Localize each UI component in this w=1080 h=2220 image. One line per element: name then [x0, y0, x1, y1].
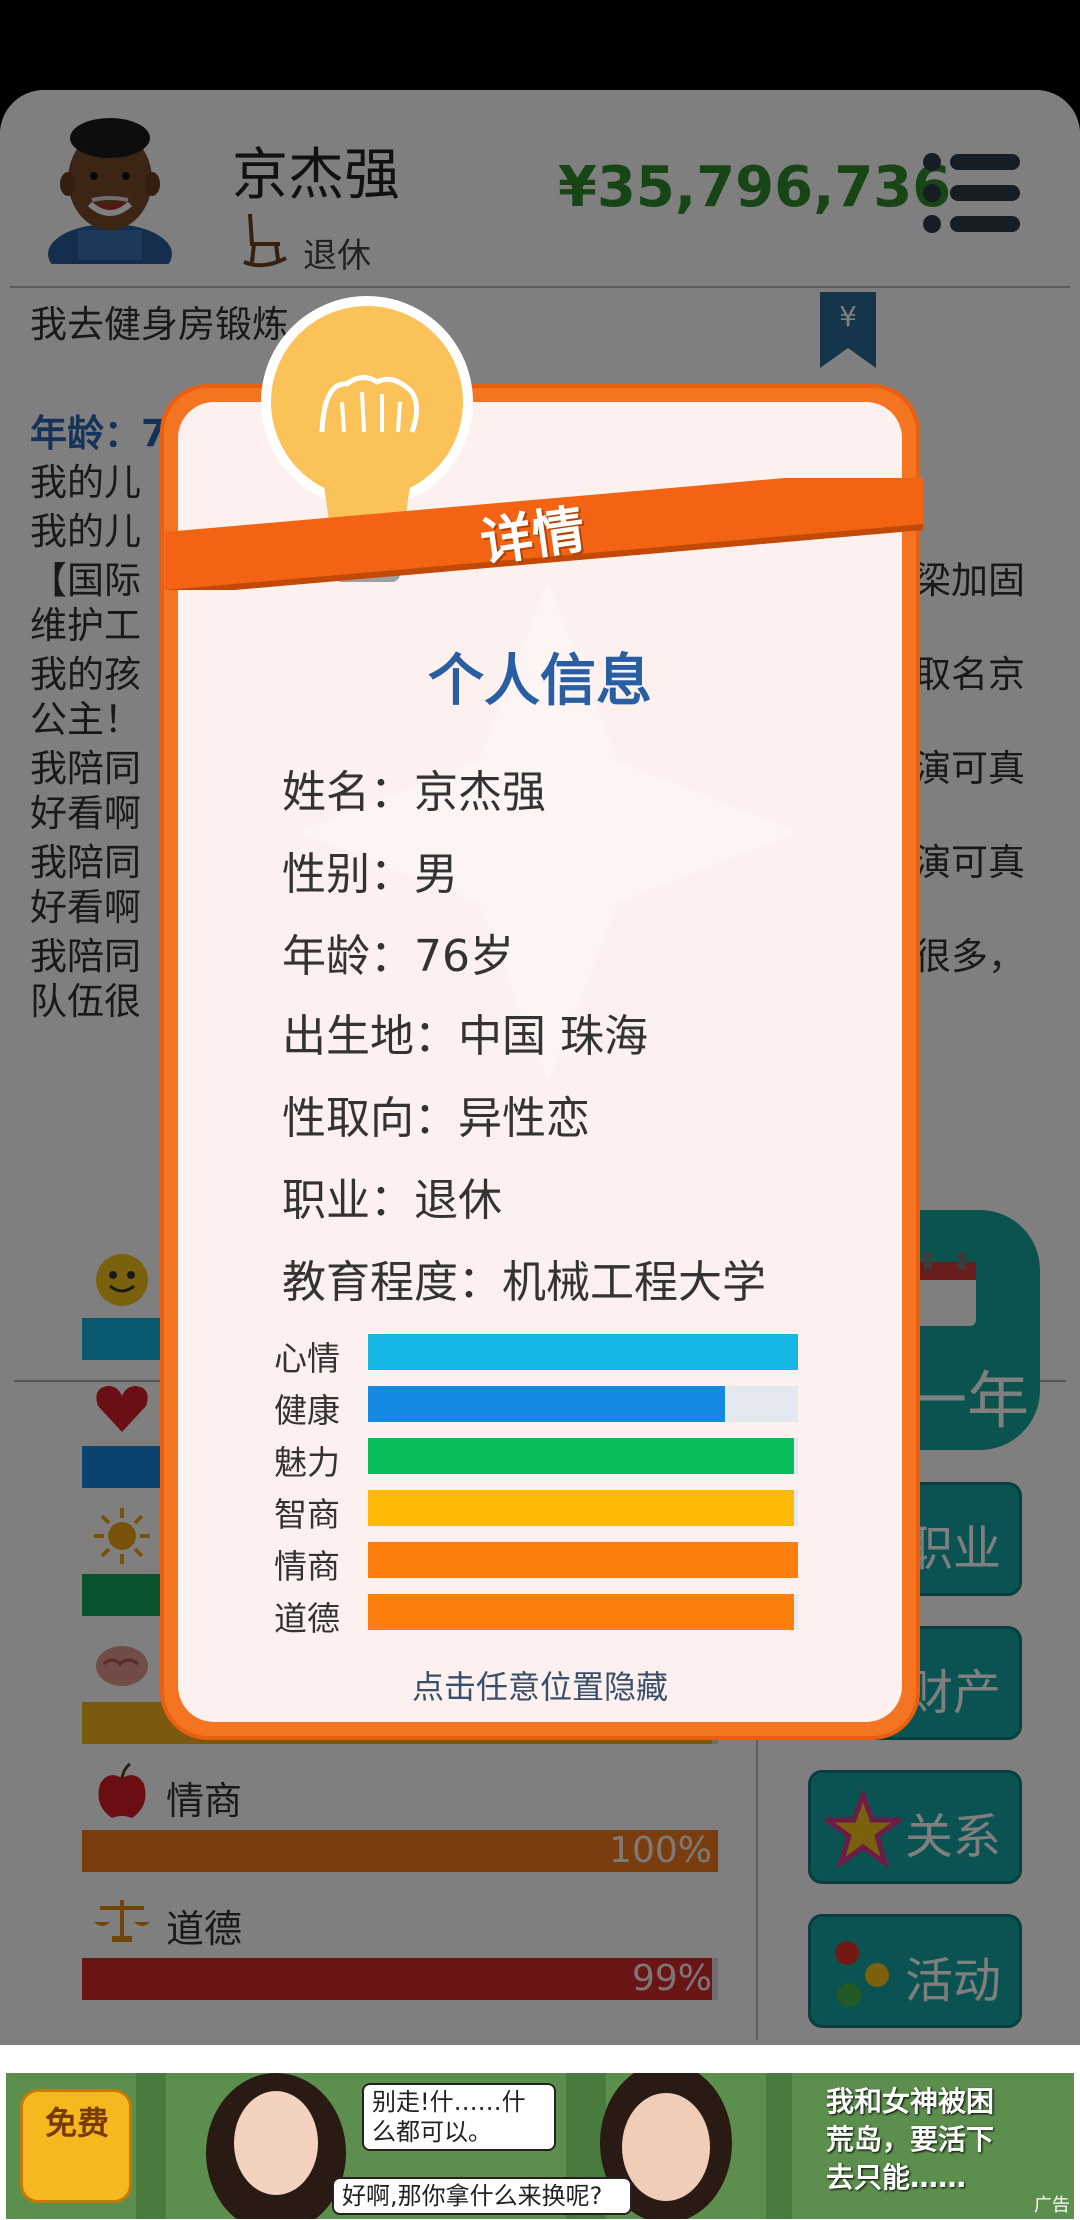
bar-label-morality: 道德 — [274, 1599, 340, 1638]
ad-badge-label: 免费 — [45, 2104, 110, 2142]
bar-track-morality — [368, 1594, 798, 1630]
ad-headline: 我和女神被困 荒岛，要活下 去只能…… — [826, 2083, 994, 2197]
bar-label-iq: 智商 — [274, 1495, 340, 1534]
status-bar — [0, 0, 1080, 90]
ad-banner[interactable]: 免费 别走!什……什么都可以。 好啊,那你拿什么来换呢? 我和女神被困 荒岛，要… — [0, 2045, 1080, 2220]
info-name: 姓名：京杰强 — [282, 767, 546, 818]
bar-label-mood: 心情 — [274, 1339, 340, 1378]
bar-track-mood — [368, 1334, 798, 1370]
bar-fill-morality — [368, 1594, 794, 1630]
bar-track-iq — [368, 1490, 798, 1526]
ad-headline-line: 我和女神被困 — [826, 2085, 995, 2118]
ad-speech-bubble-bottom: 好啊,那你拿什么来换呢? — [332, 2177, 632, 2215]
bar-track-charm — [368, 1438, 798, 1474]
ad-headline-line: 去只能…… — [826, 2161, 967, 2194]
popup-title: 个人信息 — [428, 649, 652, 714]
bar-label-health: 健康 — [274, 1391, 340, 1430]
bar-fill-health — [368, 1386, 725, 1422]
ad-free-badge: 免费 — [20, 2089, 132, 2203]
info-birthplace: 出生地：中国 珠海 — [282, 1011, 648, 1062]
bar-track-eq — [368, 1542, 798, 1578]
info-gender: 性别：男 — [282, 849, 458, 900]
bar-fill-mood — [368, 1334, 798, 1370]
info-orientation: 性取向：异性恋 — [282, 1093, 590, 1144]
ad-headline-line: 荒岛，要活下 — [826, 2123, 995, 2156]
ad-image[interactable]: 免费 别走!什……什么都可以。 好啊,那你拿什么来换呢? 我和女神被困 荒岛，要… — [6, 2073, 1074, 2219]
bar-fill-iq — [368, 1490, 794, 1526]
info-age: 年龄：76岁 — [282, 931, 514, 982]
bar-fill-charm — [368, 1438, 794, 1474]
dismiss-hint[interactable]: 点击任意位置隐藏 — [178, 1662, 902, 1708]
info-job: 职业：退休 — [282, 1175, 502, 1226]
ad-tag: 广告 — [1034, 2195, 1070, 2216]
info-education: 教育程度：机械工程大学 — [282, 1257, 766, 1308]
bar-fill-eq — [368, 1542, 798, 1578]
bar-track-health — [368, 1386, 798, 1422]
ad-speech-bubble-top: 别走!什……什么都可以。 — [362, 2083, 556, 2151]
bar-label-eq: 情商 — [274, 1547, 340, 1586]
ribbon-label: 详情 — [477, 500, 589, 574]
bar-label-charm: 魅力 — [274, 1443, 340, 1482]
